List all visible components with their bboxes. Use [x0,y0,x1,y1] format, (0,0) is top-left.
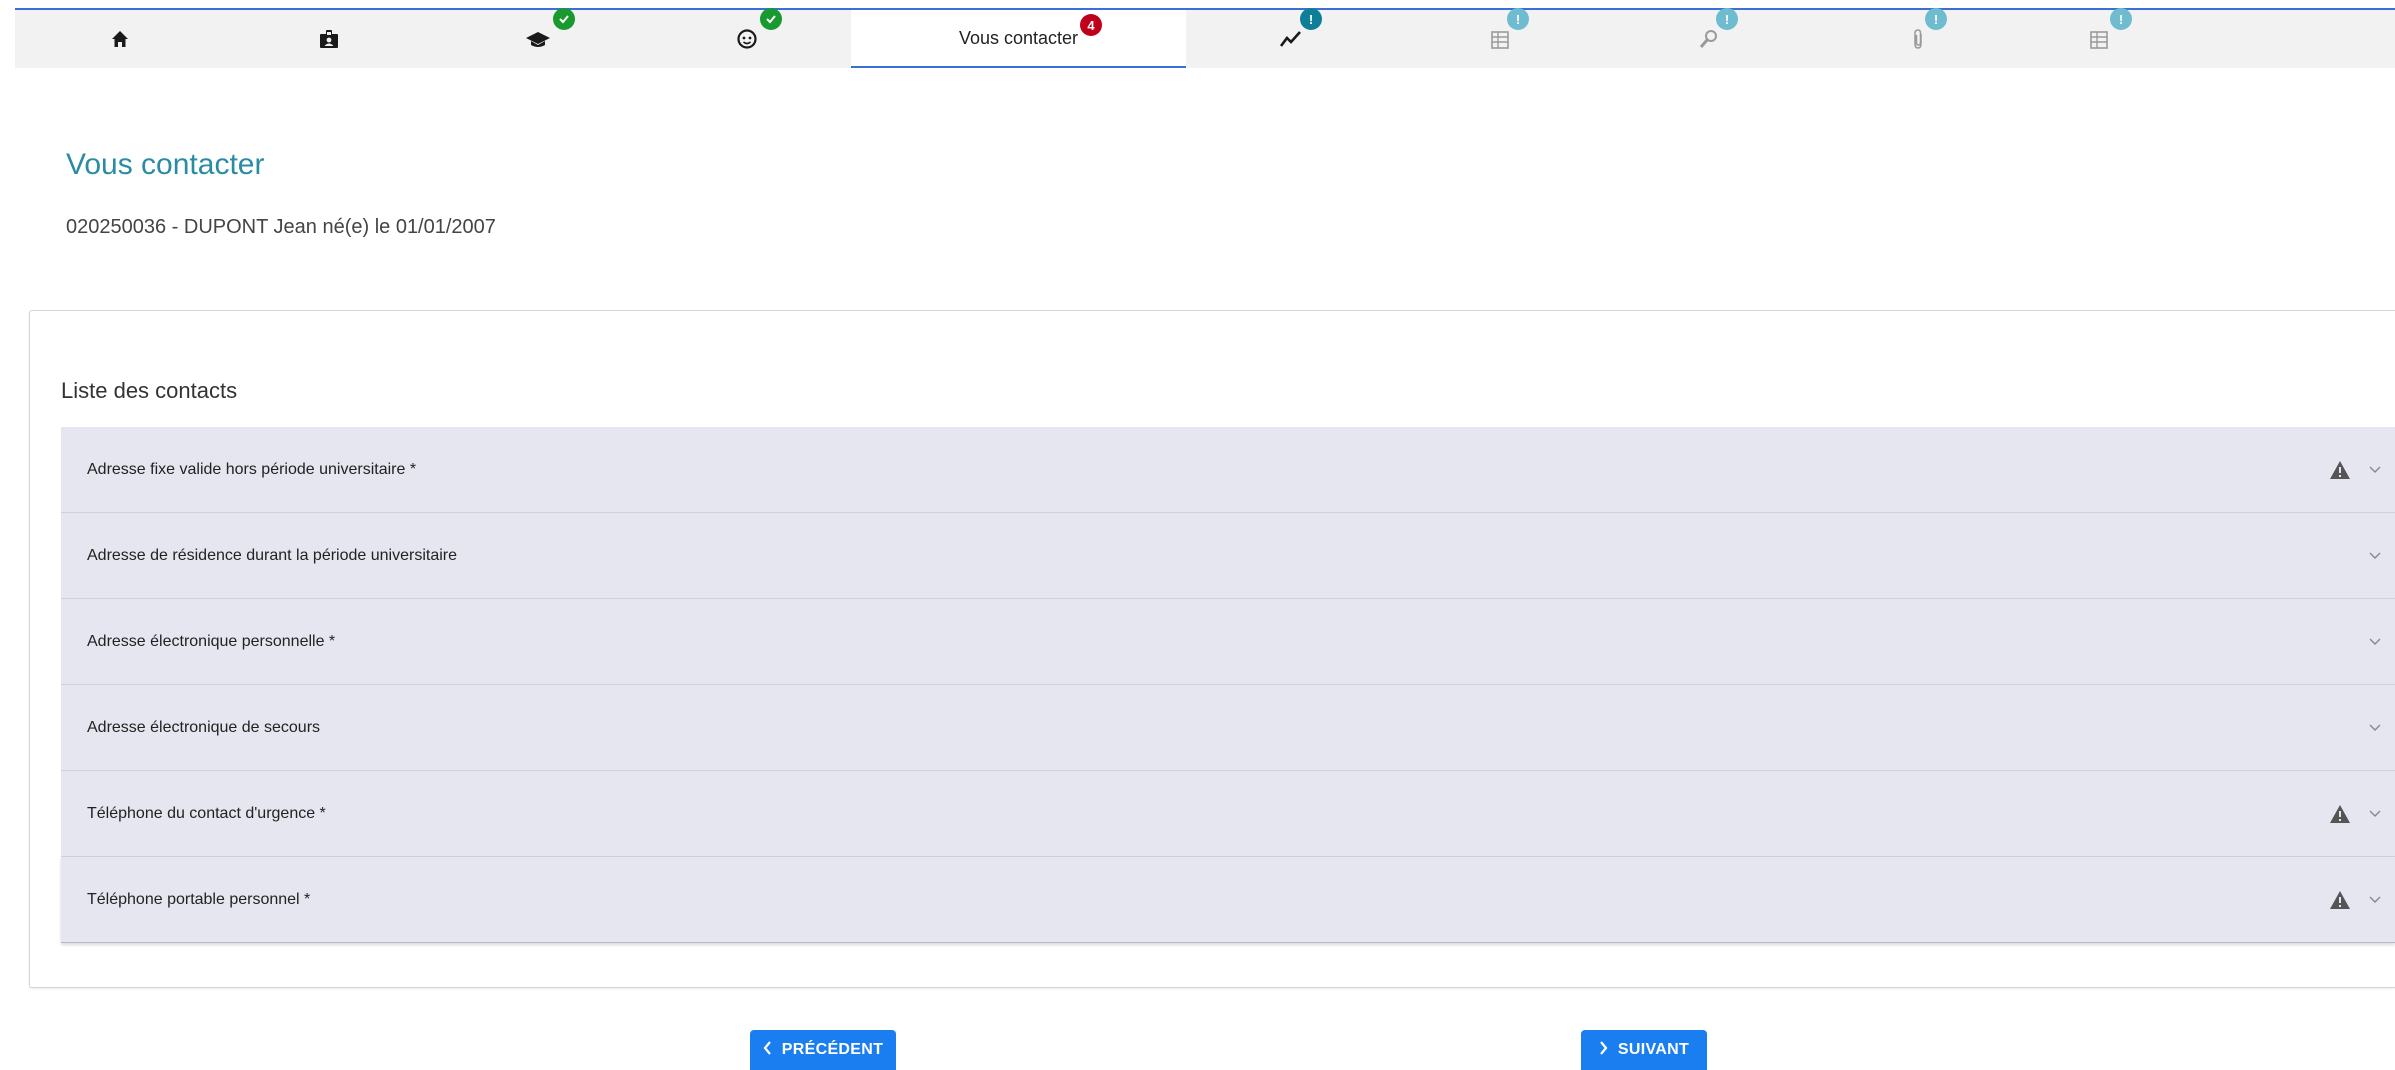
accordion-item-label: Adresse de résidence durant la période u… [87,546,457,564]
contacts-accordion: Adresse fixe valide hors période univers… [61,427,2395,943]
accordion-item-fixed-address[interactable]: Adresse fixe valide hors période univers… [61,427,2395,513]
warning-icon [2329,890,2351,910]
chevron-down-icon [2369,552,2381,560]
accordion-item-residence-address[interactable]: Adresse de résidence durant la période u… [61,513,2395,599]
chevron-down-icon [2369,810,2381,818]
magnifier-icon [1698,28,1720,50]
info-badge-icon: ! [1925,8,1947,30]
next-button[interactable]: SUIVANT [1581,1030,1707,1070]
id-badge-icon [319,29,339,49]
tab-contact[interactable]: Vous contacter 4 [851,10,1186,68]
previous-button[interactable]: PRÉCÉDENT [750,1030,896,1070]
tab-attachment[interactable]: ! [1813,8,2022,68]
tab-face[interactable] [642,8,851,68]
tab-search[interactable]: ! [1604,8,1813,68]
accordion-item-label: Adresse électronique de secours [87,718,321,736]
chevron-down-icon [2369,724,2381,732]
tab-summary[interactable]: ! [2022,8,2175,68]
check-badge-icon [760,8,782,30]
info-badge-icon: ! [1300,8,1322,30]
line-chart-icon [1279,30,1302,48]
next-button-label: SUIVANT [1617,1041,1690,1058]
info-badge-icon: ! [1507,8,1529,30]
accordion-item-personal-email[interactable]: Adresse électronique personnelle * [61,599,2395,685]
accordion-item-backup-email[interactable]: Adresse électronique de secours [61,685,2395,771]
chevron-right-icon [1599,1040,1608,1060]
paperclip-icon [1911,28,1925,50]
warning-icon [2329,460,2351,480]
page-title: Vous contacter [66,148,265,181]
tab-contact-label: Vous contacter [958,27,1079,48]
table-icon [2089,29,2108,49]
previous-button-label: PRÉCÉDENT [781,1041,884,1058]
info-badge-icon: ! [2110,8,2132,30]
table-icon [1490,29,1509,49]
accordion-item-label: Téléphone portable personnel * [87,890,311,908]
graduation-cap-icon [525,29,551,49]
contacts-list-title: Liste des contacts [61,378,238,403]
check-badge-icon [553,8,575,30]
tab-education[interactable] [433,8,642,68]
error-count-badge: 4 [1080,14,1102,36]
accordion-item-label: Adresse électronique personnelle * [87,632,336,650]
accordion-item-emergency-phone[interactable]: Téléphone du contact d'urgence * [61,771,2395,857]
accordion-item-mobile-phone[interactable]: Téléphone portable personnel * [61,857,2395,943]
accordion-item-label: Adresse fixe valide hors période univers… [87,460,417,478]
warning-icon [2329,804,2351,824]
chevron-left-icon [763,1040,772,1060]
tab-home[interactable] [15,10,224,68]
accordion-item-label: Téléphone du contact d'urgence * [87,804,326,822]
chevron-down-icon [2369,638,2381,646]
face-icon [736,28,758,50]
tab-table[interactable]: ! [1395,8,1604,68]
tab-chart[interactable]: ! [1186,8,1395,68]
tab-id-card[interactable] [224,10,433,68]
info-badge-icon: ! [1716,8,1738,30]
chevron-down-icon [2369,466,2381,474]
home-icon [111,30,129,48]
student-identity: 020250036 - DUPONT Jean né(e) le 01/01/2… [66,216,496,238]
chevron-down-icon [2369,896,2381,904]
step-tab-bar: Vous contacter 4 ! ! ! ! ! [15,8,2395,68]
